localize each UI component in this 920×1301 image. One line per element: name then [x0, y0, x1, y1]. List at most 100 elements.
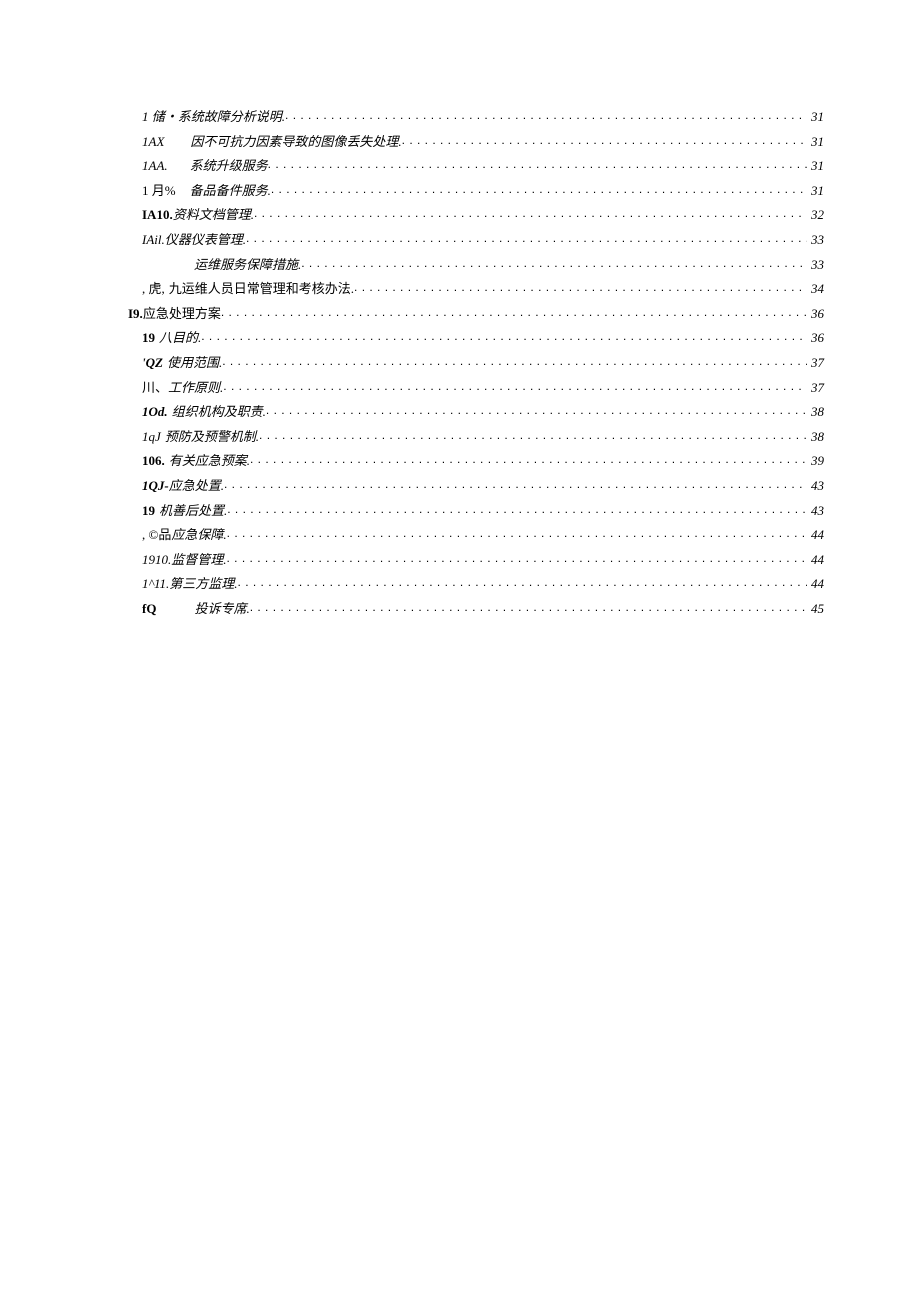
- toc-entry-page-number: 38: [807, 405, 824, 418]
- toc-entry-page-number: 37: [807, 381, 824, 394]
- toc-leader-dots: [301, 256, 807, 269]
- toc-entry-page-number: 43: [807, 504, 824, 517]
- toc-entry-title: 第三方监理.: [169, 577, 237, 590]
- toc-entry-prefix: , ©品: [142, 528, 171, 541]
- toc-entry-title: 备品备件服务.: [190, 184, 271, 197]
- toc-entry-title: 投诉专席.: [194, 602, 249, 615]
- toc-entry-page-number: 45: [807, 602, 824, 615]
- toc-leader-dots: [227, 502, 807, 515]
- toc-entry-prefix: fQ: [142, 602, 156, 615]
- toc-entry-prefix: 106.: [142, 454, 165, 467]
- toc-leader-dots: [227, 526, 807, 539]
- toc-leader-dots: [402, 133, 807, 146]
- table-of-contents: 1 储・系统故障分析说明.311AX因不可抗力因素导致的图像丢失处理.311AA…: [128, 108, 824, 615]
- toc-entry: IAil.仪器仪表管理.33: [128, 231, 824, 246]
- toc-entry-page-number: 36: [807, 307, 824, 320]
- toc-entry-title: 因不可抗力因素导致的图像丢失处理.: [190, 135, 401, 148]
- toc-leader-dots: [259, 428, 807, 441]
- toc-entry: 运维服务保障措施. 33: [128, 256, 824, 271]
- toc-entry-prefix: 1QJ-: [142, 479, 169, 492]
- toc-entry: I9.应急处理方案 36: [128, 305, 824, 320]
- toc-entry-prefix: 19: [142, 331, 155, 344]
- toc-entry-prefix: IA10.: [142, 208, 173, 221]
- toc-entry-title: 有关应急预案.: [169, 454, 250, 467]
- toc-entry-page-number: 44: [807, 577, 824, 590]
- toc-entry-page-number: 33: [807, 233, 824, 246]
- toc-leader-dots: [250, 452, 807, 465]
- toc-entry-page-number: 44: [807, 553, 824, 566]
- toc-entry-prefix: IAil.: [142, 233, 165, 246]
- toc-leader-dots: [268, 157, 807, 170]
- toc-leader-dots: [224, 477, 807, 490]
- toc-entry: 1910.监督管理. 44: [128, 551, 824, 566]
- toc-entry: 川、工作原则. 37: [128, 379, 824, 394]
- toc-entry-page-number: 43: [807, 479, 824, 492]
- toc-entry: 1 月% 备品备件服务. 31: [128, 182, 824, 197]
- toc-entry-prefix: 1AX: [142, 135, 164, 148]
- toc-entry-title: 工作原则.: [168, 381, 223, 394]
- toc-entry: 1^11.第三方监理. 44: [128, 575, 824, 590]
- toc-entry: 1AA. 系统升级服务 31: [128, 157, 824, 172]
- toc-entry-page-number: 34: [807, 282, 824, 295]
- toc-leader-dots: [222, 354, 807, 367]
- document-page: 1 储・系统故障分析说明.311AX因不可抗力因素导致的图像丢失处理.311AA…: [0, 0, 920, 1301]
- toc-leader-dots: [354, 280, 807, 293]
- toc-entry: fQ 投诉专席. 45: [128, 600, 824, 615]
- toc-entry-title: 使用范围.: [167, 356, 222, 369]
- toc-entry: 'QZ 使用范围. 37: [128, 354, 824, 369]
- toc-entry-title: 系统故障分析说明.: [178, 110, 285, 123]
- toc-entry-page-number: 37: [807, 356, 824, 369]
- toc-leader-dots: [266, 403, 807, 416]
- toc-entry-title: 八目的.: [159, 331, 201, 344]
- toc-entry-page-number: 31: [807, 184, 824, 197]
- toc-entry: 1AX 因不可抗力因素导致的图像丢失处理. 31: [128, 133, 824, 148]
- toc-entry-prefix: 19: [142, 504, 155, 517]
- toc-entry: , 虎,九运维人员日常管理和考核办法.34: [128, 280, 824, 295]
- toc-entry: 1qJ 预防及预警机制. 38: [128, 428, 824, 443]
- toc-entry: IA10.资料文档管理.32: [128, 206, 824, 221]
- toc-entry-page-number: 38: [807, 430, 824, 443]
- toc-entry-prefix: 川、: [142, 381, 168, 394]
- toc-entry-title: 预防及预警机制.: [165, 430, 259, 443]
- toc-entry-prefix: 1 储・: [142, 110, 178, 123]
- toc-entry: , ©品应急保障.44: [128, 526, 824, 541]
- toc-entry-title: 资料文档管理.: [173, 208, 254, 221]
- toc-entry-title: 系统升级服务: [190, 159, 268, 172]
- toc-entry-page-number: 31: [807, 159, 824, 172]
- toc-entry: 1 储・系统故障分析说明. 31: [128, 108, 824, 123]
- toc-entry-prefix: 1AA.: [142, 159, 168, 172]
- toc-leader-dots: [238, 575, 807, 588]
- toc-entry-prefix: , 虎,: [142, 282, 165, 295]
- toc-entry-page-number: 39: [807, 454, 824, 467]
- toc-entry-prefix: 'QZ: [142, 356, 163, 369]
- toc-entry-page-number: 31: [807, 110, 824, 123]
- toc-entry-title: 监督管理.: [171, 553, 226, 566]
- toc-entry-prefix: 1910.: [142, 553, 171, 566]
- toc-leader-dots: [285, 108, 807, 121]
- toc-leader-dots: [223, 379, 807, 392]
- toc-leader-dots: [250, 600, 807, 613]
- toc-entry-prefix: 1^11.: [142, 577, 169, 590]
- toc-entry-title: 机善后处置.: [159, 504, 227, 517]
- toc-entry-page-number: 44: [807, 528, 824, 541]
- toc-entry: 1QJ-应急处置. 43: [128, 477, 824, 492]
- toc-entry: 106. 有关应急预案. 39: [128, 452, 824, 467]
- toc-entry-title: 组织机构及职责.: [172, 405, 266, 418]
- toc-leader-dots: [201, 329, 807, 342]
- toc-entry-prefix: I9.: [128, 307, 143, 320]
- toc-leader-dots: [246, 231, 807, 244]
- toc-entry-prefix: 1Od.: [142, 405, 168, 418]
- toc-entry-page-number: 33: [807, 258, 824, 271]
- toc-entry-page-number: 36: [807, 331, 824, 344]
- toc-entry-page-number: 31: [807, 135, 824, 148]
- toc-leader-dots: [227, 551, 807, 564]
- toc-entry: 19 八目的. 36: [128, 329, 824, 344]
- toc-leader-dots: [254, 206, 807, 219]
- toc-entry-prefix: 1qJ: [142, 430, 161, 443]
- toc-entry: 1Od. 组织机构及职责. 38: [128, 403, 824, 418]
- toc-entry-title: 运维服务保障措施.: [194, 258, 301, 271]
- toc-leader-dots: [271, 182, 807, 195]
- toc-entry-title: 应急处理方案: [143, 307, 221, 320]
- toc-entry-title: 应急处置.: [169, 479, 224, 492]
- toc-entry-prefix: 1 月%: [142, 184, 176, 197]
